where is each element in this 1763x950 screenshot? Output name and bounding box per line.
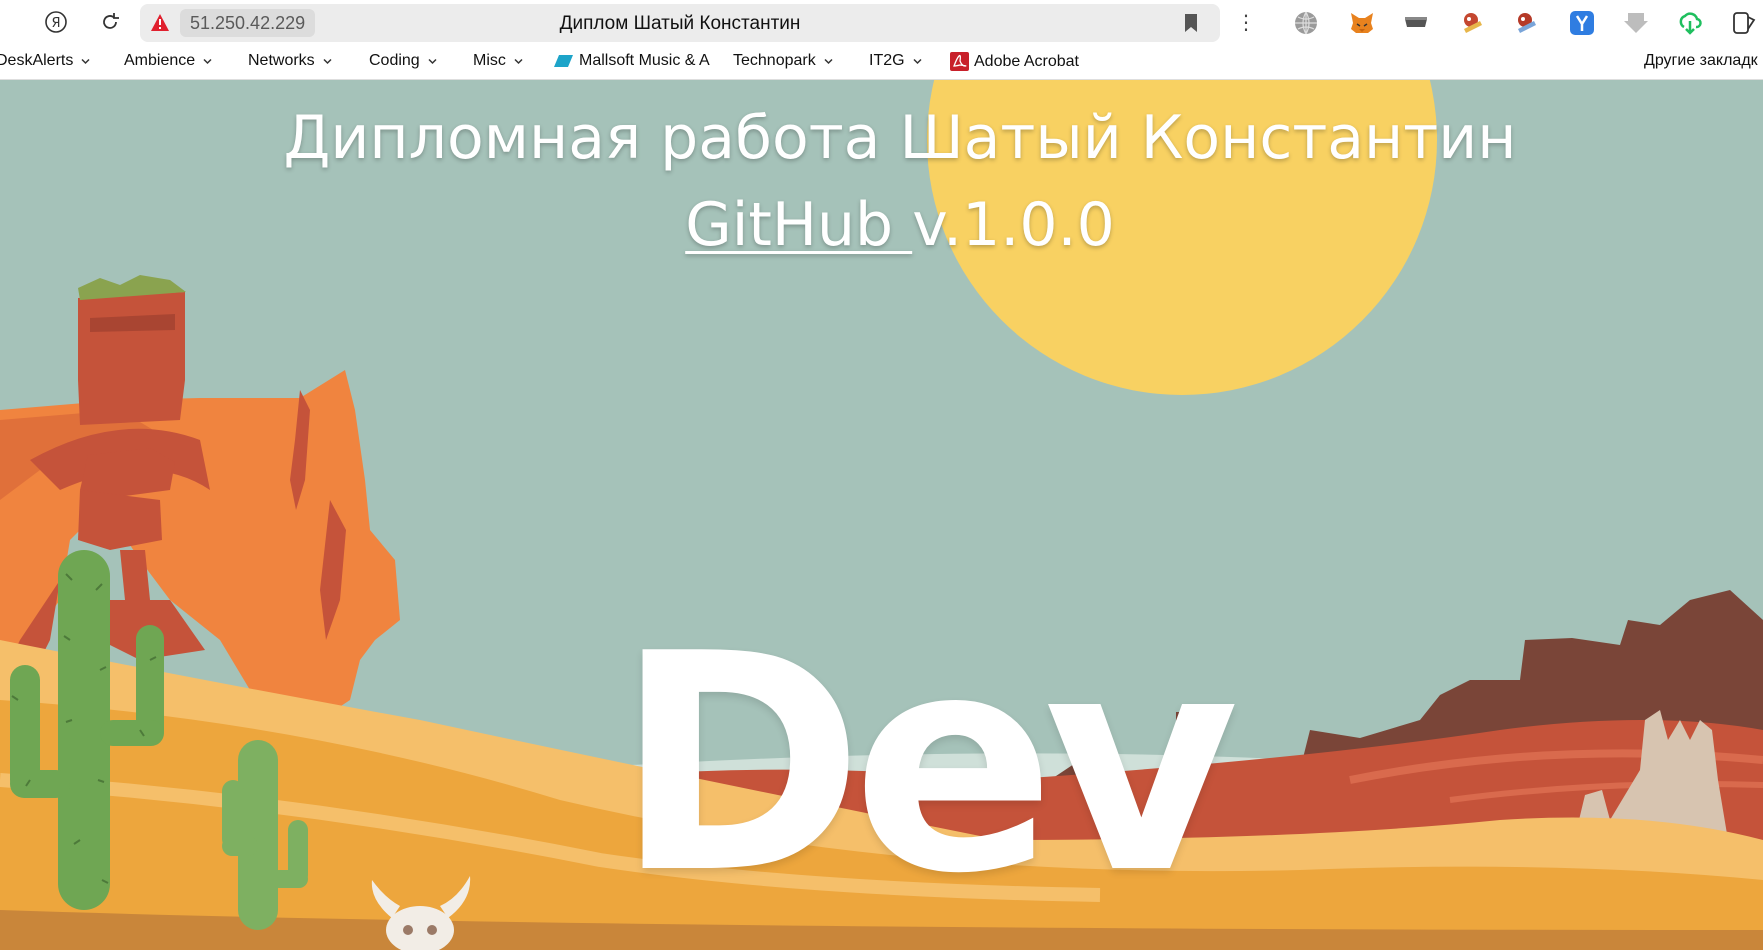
bookmark-label: DeskAlerts	[0, 52, 74, 69]
address-bar[interactable]: 51.250.42.229 Диплом Шатый Константин	[140, 4, 1220, 42]
other-bookmarks[interactable]: Другие закладк	[1644, 52, 1758, 70]
page-heading: Дипломная работа Шатый Константин	[283, 103, 1517, 173]
cloud-icon[interactable]	[1676, 9, 1704, 37]
collections-icon[interactable]	[1731, 9, 1759, 37]
bookmark-label: Technopark	[733, 52, 816, 69]
reload-icon[interactable]	[96, 8, 124, 36]
bookmark-folder-coding[interactable]: Coding	[369, 52, 437, 70]
bookmark-label: Coding	[369, 52, 420, 69]
chevron-down-icon	[428, 58, 437, 64]
svg-text:Я: Я	[51, 16, 60, 31]
bookmark-label: Ambience	[124, 52, 196, 69]
menu-icon[interactable]: ⋮	[1236, 10, 1256, 35]
chevron-down-icon	[514, 58, 523, 64]
pdf-icon	[950, 52, 969, 71]
chevron-down-icon	[203, 58, 212, 64]
download-icon[interactable]	[1622, 9, 1650, 37]
github-version-line: GitHub v.1.0.0	[0, 190, 1763, 260]
page-title-text: Диплом Шатый Константин	[559, 13, 801, 34]
yandex-icon[interactable]: Я	[42, 8, 70, 36]
rock-pillar	[78, 292, 185, 425]
chevron-down-icon	[81, 58, 90, 64]
bookmark-adobe-acrobat[interactable]: Adobe Acrobat	[950, 52, 1079, 71]
bookmark-icon[interactable]	[1184, 13, 1198, 33]
bookmark-folder-misc[interactable]: Misc	[473, 52, 523, 70]
bookmark-folder-it2g[interactable]: IT2G	[869, 52, 922, 70]
github-link[interactable]: GitHub	[685, 190, 912, 260]
bookmark-folder-technopark[interactable]: Technopark	[733, 52, 833, 70]
bookmark-favicon-icon	[554, 55, 573, 67]
y-icon[interactable]	[1568, 9, 1596, 37]
bookmark-label: Adobe Acrobat	[974, 52, 1079, 70]
version-text: v.1.0.0	[912, 190, 1115, 260]
chevron-down-icon	[913, 58, 922, 64]
bookmark-label: Другие закладк	[1644, 52, 1758, 69]
bookmark-folder-ambience[interactable]: Ambience	[124, 52, 212, 70]
bookmark-label: Mallsoft Music & A	[579, 52, 710, 69]
drive-icon[interactable]	[1402, 9, 1430, 37]
bookmark-folder-networks[interactable]: Networks	[248, 52, 332, 70]
addon-icon[interactable]	[1458, 9, 1486, 37]
page-content: Дипломная работа Шатый Константин GitHub…	[0, 80, 1763, 950]
addon-icon[interactable]	[1512, 9, 1540, 37]
chevron-down-icon	[824, 58, 833, 64]
bookmark-label: Networks	[248, 52, 315, 69]
bookmark-mallsoft[interactable]: Mallsoft Music & A	[554, 52, 712, 70]
bookmark-label: Misc	[473, 52, 506, 69]
bookmarks-bar: DeskAlerts Ambience Networks Coding Misc…	[0, 44, 1763, 80]
browser-toolbar: Я 51.250.42.229 Диплом Шатый Константин …	[0, 0, 1763, 44]
fox-icon[interactable]	[1348, 9, 1376, 37]
bookmark-folder-deskalerts[interactable]: DeskAlerts	[0, 52, 90, 70]
chevron-down-icon	[323, 58, 332, 64]
globe-icon[interactable]	[1292, 9, 1320, 37]
bookmark-label: IT2G	[869, 52, 905, 69]
dev-banner-text: Dev	[615, 590, 1239, 939]
